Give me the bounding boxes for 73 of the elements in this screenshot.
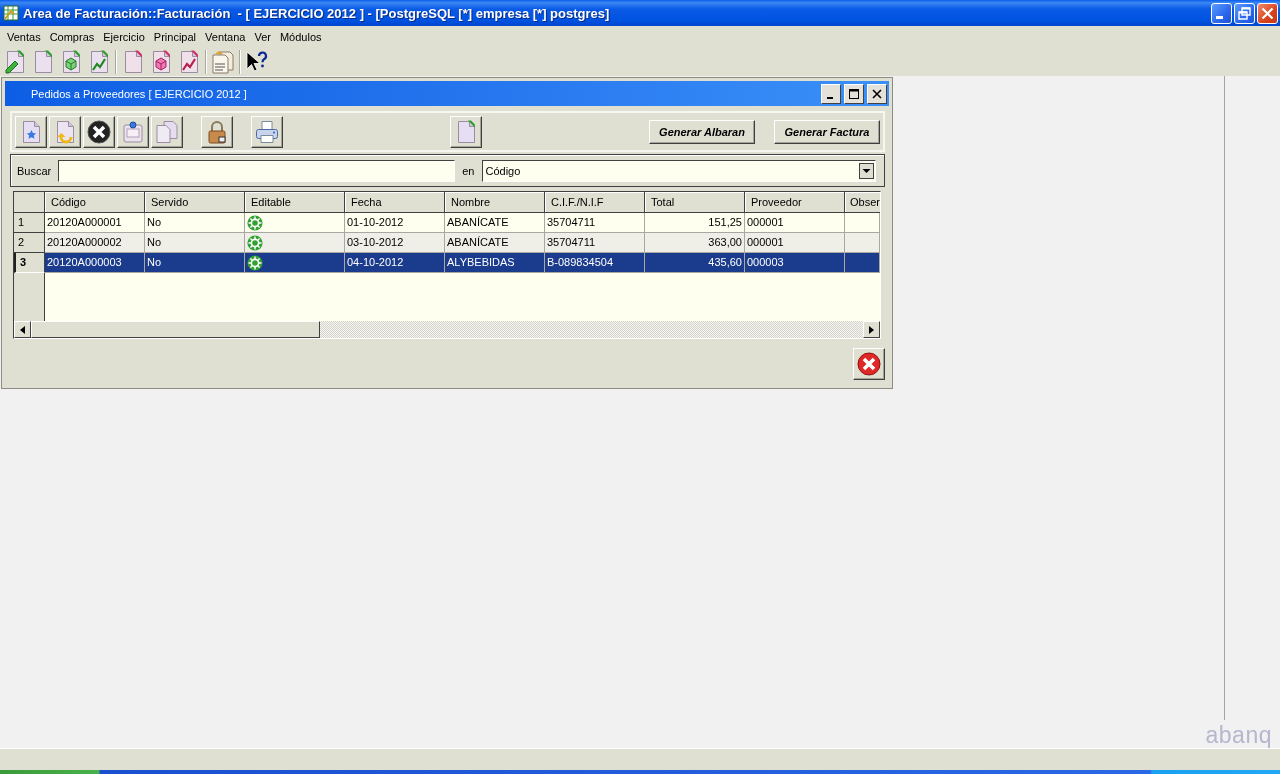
toolbar-button[interactable] bbox=[201, 115, 233, 148]
maximize-icon bbox=[849, 88, 859, 99]
action-button[interactable]: Generar Albaran bbox=[649, 119, 755, 144]
column-header[interactable]: Proveedor bbox=[745, 192, 845, 213]
table-cell: 435,60 bbox=[645, 253, 745, 273]
table-row[interactable]: 1 20120A000001 No 01-10-2012 ABANÍCATE 35704711 151,25 000001 bbox=[14, 213, 880, 233]
padlock-icon bbox=[205, 119, 229, 144]
menu-item[interactable]: Ventas bbox=[2, 30, 45, 43]
toolbar-button[interactable] bbox=[83, 115, 115, 148]
toolbar-button[interactable] bbox=[251, 115, 283, 148]
row-number: 2 bbox=[14, 233, 45, 253]
scroll-right-button[interactable] bbox=[863, 321, 880, 338]
scrollbar-thumb[interactable] bbox=[31, 321, 320, 338]
brand-logo: abanq bbox=[1205, 722, 1272, 748]
table-cell: No bbox=[145, 253, 245, 273]
field-dropdown[interactable]: Código bbox=[481, 159, 876, 182]
menu-item[interactable]: Principal bbox=[148, 30, 201, 43]
column-header[interactable]: Obser bbox=[845, 192, 880, 213]
restore-icon bbox=[1238, 6, 1251, 20]
close-button[interactable] bbox=[867, 83, 887, 104]
minimize-icon bbox=[826, 96, 833, 99]
menu-item[interactable]: Ejercicio bbox=[98, 30, 149, 43]
table-cell: ALYBEBIDAS bbox=[445, 253, 545, 273]
left-arrow-icon bbox=[20, 325, 25, 334]
table-row[interactable]: 2 20120A000002 No 03-10-2012 ABANÍCATE 35704711 363,00 000001 bbox=[14, 233, 880, 253]
table-cell: 000003 bbox=[745, 253, 845, 273]
toolbar-button[interactable] bbox=[450, 115, 482, 148]
menu-item[interactable]: Compras bbox=[44, 30, 99, 43]
window-title: Area de Facturación::Facturación - [ EJERCICIO 2012 ] - [PostgreSQL [*] empresa [*] postgres] bbox=[23, 5, 611, 21]
menu-item[interactable]: Ver bbox=[249, 30, 275, 43]
close-icon bbox=[872, 88, 882, 99]
help-pointer-icon[interactable] bbox=[245, 49, 269, 74]
table-row[interactable]: 3 20120A000003 No 04-10-2012 ALYBEBIDAS B-089834504 435,60 000003 bbox=[14, 253, 880, 273]
menu-item[interactable]: Módulos bbox=[274, 30, 326, 43]
toolbar-button[interactable] bbox=[117, 115, 149, 148]
column-header[interactable]: Código bbox=[45, 192, 145, 213]
minimize-icon bbox=[1216, 15, 1223, 19]
close-icon bbox=[1261, 6, 1274, 20]
stacked-pages-icon[interactable] bbox=[211, 49, 235, 74]
column-header[interactable]: Nombre bbox=[445, 192, 545, 213]
column-header[interactable]: Servido bbox=[145, 192, 245, 213]
column-header[interactable]: Total bbox=[645, 192, 745, 213]
spreadsheet-icon bbox=[3, 5, 19, 21]
column-header[interactable]: Fecha bbox=[345, 192, 445, 213]
maximize-button[interactable] bbox=[844, 83, 864, 104]
table-cell: 20120A000003 bbox=[45, 253, 145, 273]
menu-item[interactable]: Ventana bbox=[200, 30, 250, 43]
toolbar-button[interactable] bbox=[49, 115, 81, 148]
copy-icon bbox=[155, 119, 179, 144]
search-field[interactable] bbox=[58, 159, 456, 182]
row-number: 3 bbox=[14, 253, 45, 273]
scroll-left-button[interactable] bbox=[14, 321, 31, 338]
toolbar-button[interactable] bbox=[15, 115, 47, 148]
minimize-button[interactable] bbox=[821, 83, 841, 104]
printer-icon bbox=[255, 119, 279, 144]
restore-button[interactable] bbox=[1234, 2, 1255, 24]
pencil-document-icon[interactable] bbox=[3, 49, 27, 74]
column-header[interactable]: C.I.F./N.I.F bbox=[545, 192, 645, 213]
field-label: en bbox=[462, 164, 475, 177]
toolbar-button[interactable] bbox=[151, 115, 183, 148]
close-form-button[interactable] bbox=[853, 348, 885, 380]
child-window-title: Pedidos a Proveedores [ EJERCICIO 2012 ] bbox=[31, 87, 248, 100]
cancel-icon bbox=[857, 352, 881, 376]
table-cell: B-089834504 bbox=[545, 253, 645, 273]
delete-icon bbox=[87, 119, 111, 144]
right-arrow-icon bbox=[869, 325, 874, 334]
action-button[interactable]: Generar Factura bbox=[774, 119, 880, 144]
row-number: 1 bbox=[14, 213, 45, 233]
table-cell: 04-10-2012 bbox=[345, 253, 445, 273]
column-header[interactable]: Editable bbox=[245, 192, 345, 213]
search-label: Buscar bbox=[17, 164, 52, 177]
table-cell bbox=[845, 253, 880, 273]
pinned-card-icon bbox=[121, 119, 145, 144]
